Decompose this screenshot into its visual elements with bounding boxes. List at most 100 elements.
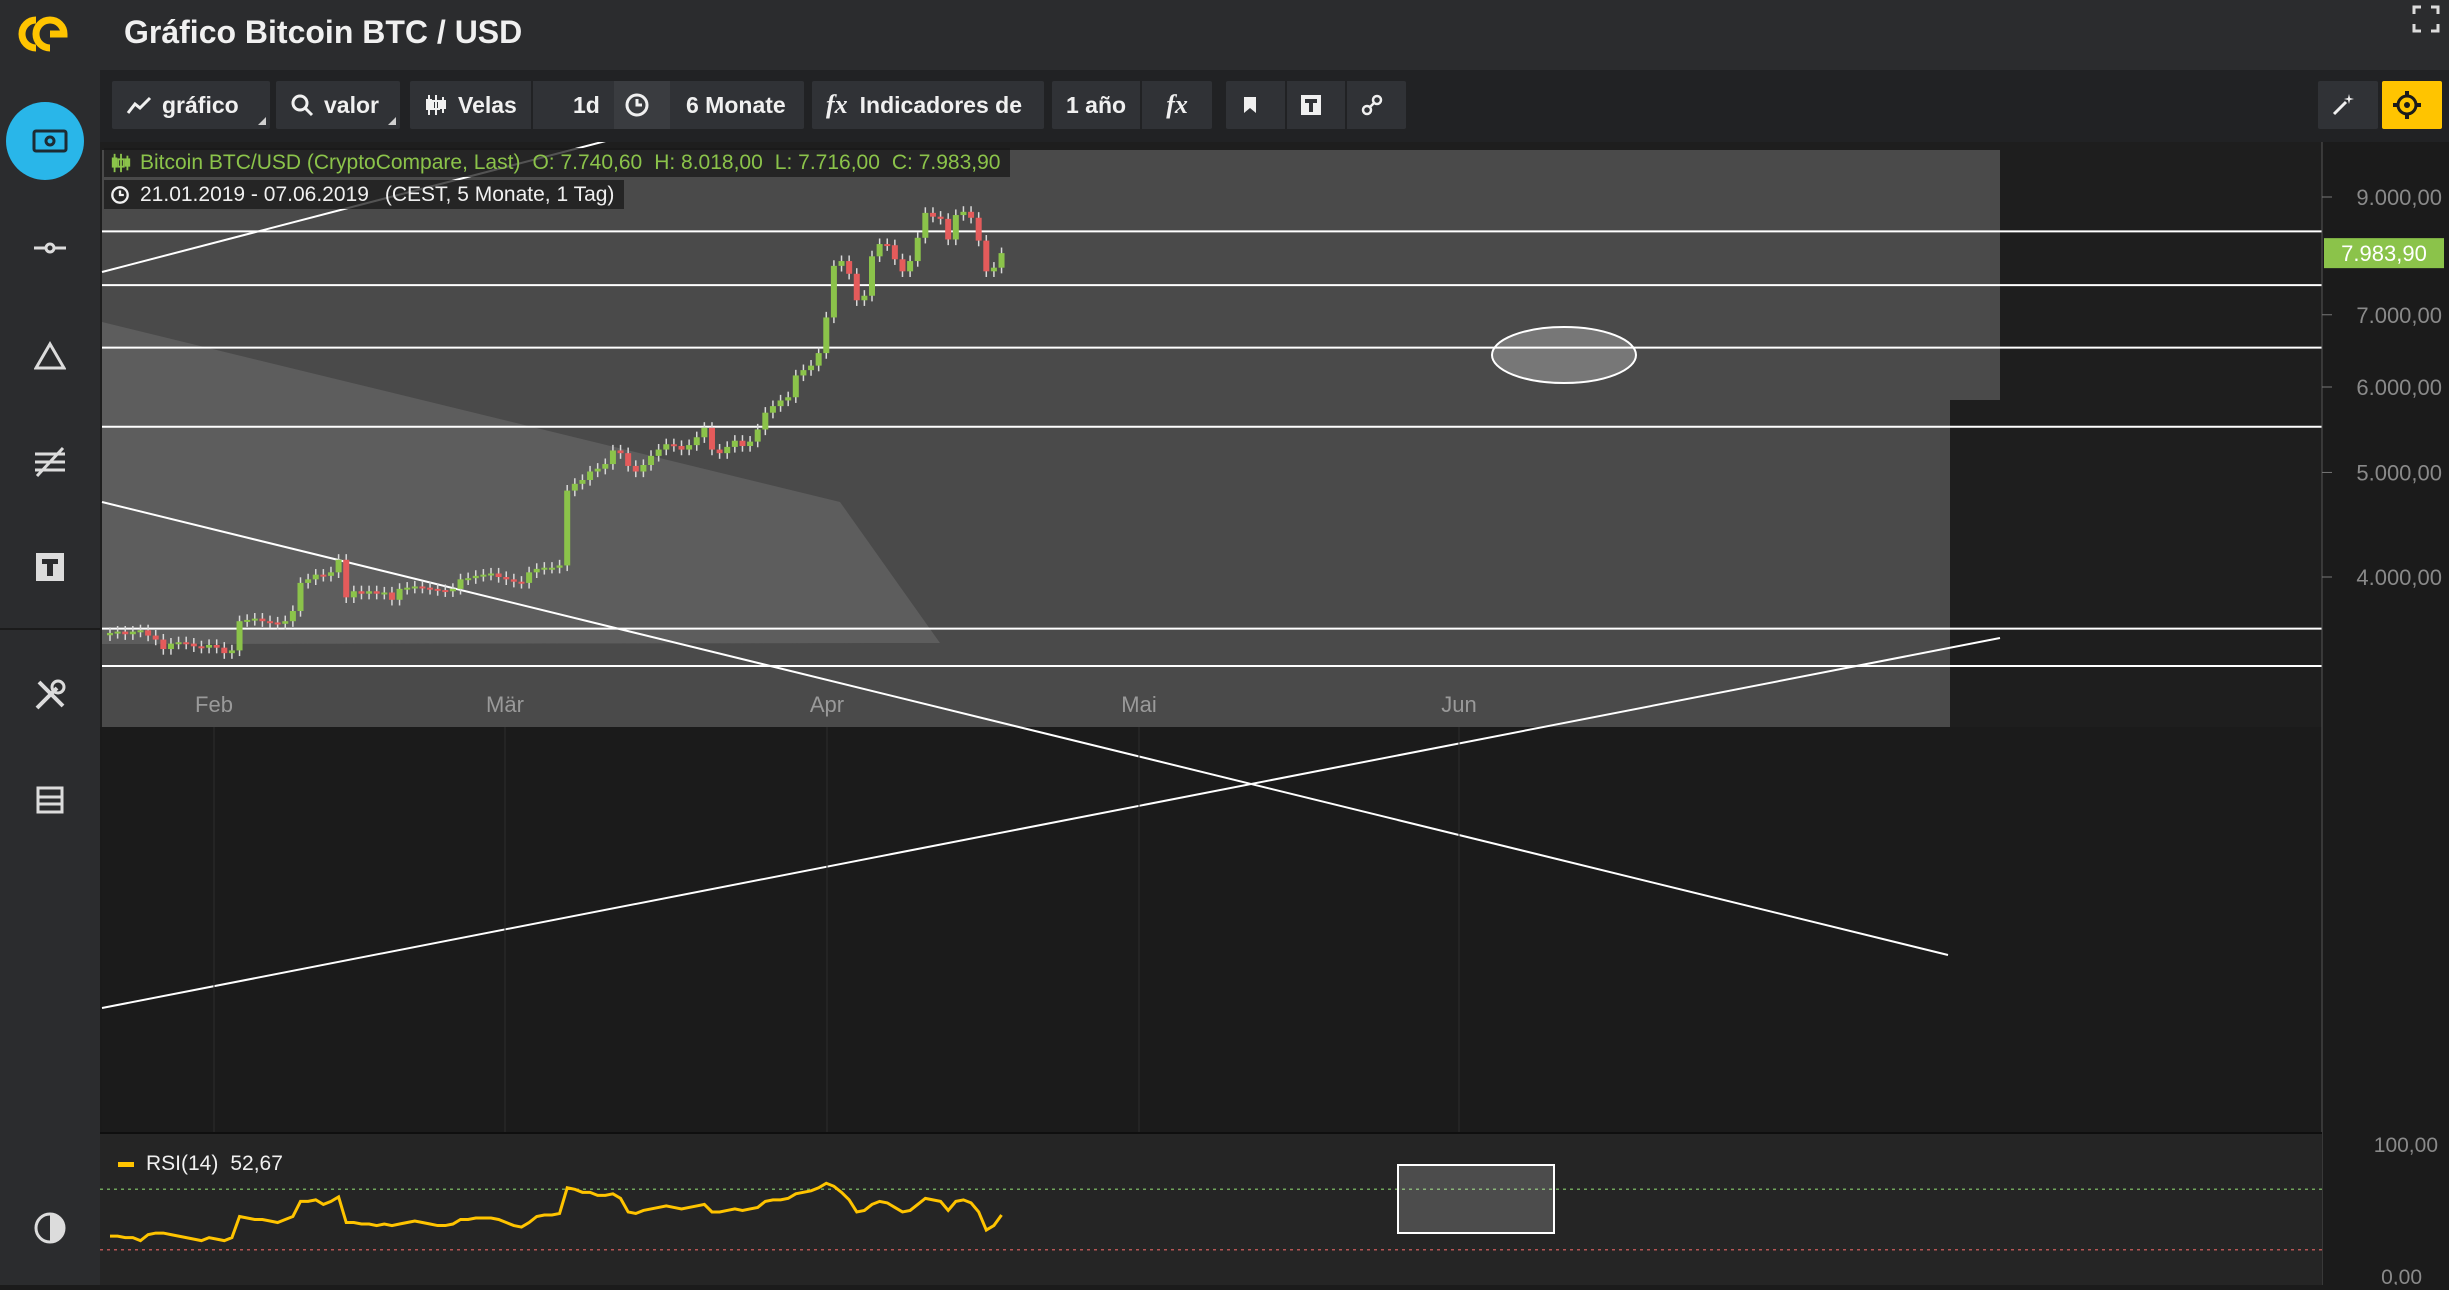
bookmark-icon	[1244, 97, 1257, 113]
candle-body	[861, 295, 868, 301]
candle-body	[777, 400, 784, 407]
link-tool-button[interactable]	[1347, 81, 1406, 129]
fullscreen-icon[interactable]	[2411, 4, 2441, 34]
sidebar-theme-button[interactable]	[0, 1188, 100, 1268]
range-button[interactable]: 6 Monate	[614, 81, 804, 129]
link-icon	[1361, 94, 1382, 116]
rsi-axis-bottom: 0,00	[2381, 1266, 2422, 1285]
candle-body	[998, 253, 1005, 268]
candle-body	[579, 479, 586, 484]
candle-body	[206, 644, 213, 648]
sidebar-text-button[interactable]	[0, 527, 100, 607]
candle-body	[160, 639, 167, 650]
candle-body	[526, 572, 533, 583]
contrast-icon	[34, 1212, 66, 1244]
candle-body	[960, 211, 967, 216]
candle-body	[396, 588, 403, 600]
y-tick-label: 5.000,00	[2356, 460, 2442, 485]
candle-body	[823, 317, 830, 354]
header: Gráfico Bitcoin BTC / USD	[100, 0, 2449, 70]
bookmark-button[interactable]	[1226, 81, 1287, 129]
candle-body	[830, 265, 837, 318]
text-tool-button[interactable]	[1287, 81, 1348, 129]
candle-body	[815, 353, 822, 366]
candle-body	[739, 440, 746, 447]
chart-type-label: gráfico	[162, 91, 239, 118]
last-price-text: 7.983,90	[2341, 241, 2427, 266]
candle-body	[228, 650, 235, 654]
candle-body	[869, 256, 875, 296]
rsi-swatch	[118, 1161, 134, 1167]
candle-body	[975, 217, 982, 241]
settings-button[interactable]	[2382, 81, 2442, 129]
candle-body	[465, 578, 472, 581]
candle-body	[952, 215, 959, 240]
y-tick-label: 7.000,00	[2356, 303, 2442, 328]
candle-body	[808, 365, 815, 371]
candle	[343, 554, 350, 604]
candle-body	[937, 216, 944, 219]
candle-body	[358, 591, 365, 594]
candle-body	[602, 464, 609, 469]
search-icon	[291, 94, 314, 117]
candle	[297, 577, 304, 617]
text-icon	[36, 553, 64, 581]
candle-body	[259, 618, 266, 622]
x-tick-label: Jun	[1441, 692, 1476, 717]
magic-button[interactable]	[2318, 81, 2378, 129]
fx-button[interactable]: fx	[1142, 81, 1212, 129]
sidebar-tools-button[interactable]	[0, 655, 100, 735]
candle-body	[274, 622, 281, 625]
candle-body	[350, 591, 357, 598]
candle-body	[587, 471, 594, 480]
candle-body	[366, 591, 373, 594]
chart-area[interactable]: 8.362,447.457,416.525,755.511,683.582,41…	[100, 96, 2449, 1289]
fx-icon: fx	[1166, 90, 1188, 119]
candle-body	[922, 212, 929, 238]
candle-body	[145, 630, 152, 636]
candle-body	[327, 572, 334, 576]
indicators-label: Indicadores de	[859, 91, 1022, 118]
candle-body	[792, 375, 799, 398]
x-tick-label: Feb	[195, 692, 233, 717]
value-button[interactable]: valor	[276, 81, 400, 129]
close-value: C: 7.983,90	[891, 150, 1001, 174]
candle-body	[434, 588, 441, 591]
candles-icon	[426, 95, 446, 115]
sidebar-fibonacci-button[interactable]	[0, 422, 100, 502]
sidebar-line-tool-button[interactable]	[0, 208, 100, 288]
candle	[236, 615, 243, 657]
candle-body	[990, 267, 997, 272]
candle-body	[846, 261, 853, 274]
candle-body	[381, 592, 388, 595]
sidebar-layout-button[interactable]	[0, 760, 100, 840]
candle	[823, 311, 830, 359]
rsi-highlight-box	[1397, 1164, 1555, 1234]
chart-toolbar: gráfico valor Velas 1d 6 Monate fx Indic…	[100, 70, 2449, 142]
candle-body	[335, 559, 342, 573]
price-chart[interactable]: 8.362,447.457,416.525,755.511,683.582,41…	[100, 96, 2449, 1289]
candle-body	[838, 261, 845, 266]
page-title: Gráfico Bitcoin BTC / USD	[124, 14, 523, 50]
tools-icon	[35, 679, 66, 710]
candle-body	[213, 644, 220, 648]
indicators-button[interactable]: fx Indicadores de	[812, 81, 1044, 129]
logo-icon[interactable]	[6, 10, 80, 58]
candles-button[interactable]: Velas	[410, 81, 533, 129]
chart-type-button[interactable]: gráfico	[112, 81, 270, 129]
candle-body	[914, 237, 921, 262]
x-tick-label: Mär	[486, 692, 524, 717]
compare-button[interactable]: 1 año	[1052, 81, 1143, 129]
candle-body	[571, 483, 578, 491]
candle-body	[457, 579, 464, 589]
sidebar-shapes-button[interactable]	[0, 316, 100, 396]
period-legend: 21.01.2019 - 07.06.2019 (CEST, 5 Monate,…	[104, 180, 625, 209]
candle-body	[907, 261, 914, 272]
rsi-value: 52,67	[230, 1152, 283, 1175]
sidebar-quotes-button[interactable]	[0, 101, 100, 181]
period-detail: (CEST, 5 Monate, 1 Tag)	[384, 182, 615, 206]
text-icon	[1301, 95, 1321, 115]
clock-icon	[625, 93, 649, 117]
candle-body	[747, 441, 754, 447]
candle-body	[510, 579, 517, 582]
